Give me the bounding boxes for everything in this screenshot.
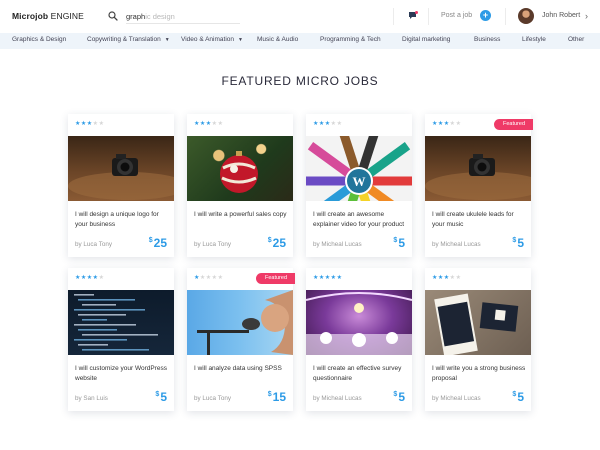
job-title[interactable]: I will write you a strong business propo… [432, 364, 526, 384]
star-icon: ★ [98, 275, 105, 281]
category-item[interactable]: Digital marketing [402, 36, 450, 43]
job-thumbnail[interactable] [68, 136, 174, 201]
caret-down-icon: ▼ [164, 37, 170, 43]
featured-badge: Featured [255, 273, 295, 284]
star-rating: ★★★★★ [313, 274, 342, 281]
job-card[interactable]: ★★★★★ I will create an effective survey q… [306, 268, 412, 411]
job-card[interactable]: ★★★★★ I will write you a strong business … [425, 268, 531, 411]
header-divider [393, 8, 394, 25]
star-icon: ★ [217, 121, 224, 127]
category-item[interactable]: Business [474, 36, 500, 43]
job-price: $5 [512, 390, 524, 404]
job-card[interactable]: ★★★★★ I will write a powerful sales copy b… [187, 114, 293, 257]
job-seller[interactable]: by Luca Tony [75, 241, 112, 248]
search-icon[interactable] [108, 11, 118, 21]
category-nav: Graphics & Design Copywriting & Translat… [0, 33, 600, 49]
job-title[interactable]: I will analyze data using SPSS [194, 364, 288, 374]
header-divider [505, 8, 506, 25]
star-icon: ★ [455, 275, 462, 281]
star-rating: ★★★★★ [194, 274, 223, 281]
job-title[interactable]: I will design a unique logo for your bus… [75, 210, 169, 230]
job-title[interactable]: I will create an awesome explainer video… [313, 210, 407, 230]
job-thumbnail[interactable]: W [306, 136, 412, 201]
star-icon: ★ [217, 275, 224, 281]
job-title[interactable]: I will write a powerful sales copy [194, 210, 288, 220]
user-name[interactable]: John Robert [542, 12, 580, 19]
job-price: $5 [393, 390, 405, 404]
star-rating: ★★★★★ [432, 120, 461, 127]
category-item[interactable]: Music & Audio [257, 36, 298, 43]
page-title: FEATURED MICRO JOBS [221, 74, 379, 88]
job-price: $5 [393, 236, 405, 250]
post-job-plus-button[interactable]: + [480, 10, 491, 21]
star-icon: ★ [336, 275, 343, 281]
star-rating: ★★★★★ [194, 120, 223, 127]
job-price: $5 [512, 236, 524, 250]
category-item[interactable]: Lifestyle [522, 36, 546, 43]
job-card[interactable]: ★★★★★ Featured I will create ukulele leads… [425, 114, 533, 257]
job-price: $5 [155, 390, 167, 404]
job-price: $25 [267, 236, 286, 250]
category-item[interactable]: Other [568, 36, 584, 43]
star-rating: ★★★★★ [432, 274, 461, 281]
header-divider [428, 8, 429, 25]
chevron-right-icon[interactable]: › [585, 11, 588, 21]
category-item[interactable]: Graphics & Design [12, 36, 66, 43]
caret-down-icon: ▼ [238, 37, 243, 43]
job-seller[interactable]: by Micheal Lucas [313, 241, 362, 248]
svg-text:W: W [353, 174, 366, 189]
job-price: $25 [148, 236, 167, 250]
featured-badge: Featured [493, 119, 533, 130]
job-thumbnail[interactable] [187, 136, 293, 201]
job-seller[interactable]: by San Luis [75, 395, 108, 402]
job-seller[interactable]: by Luca Tony [194, 395, 231, 402]
category-item[interactable]: Video & Animation ▼ [181, 36, 243, 43]
job-thumbnail[interactable] [68, 290, 174, 355]
job-seller[interactable]: by Micheal Lucas [313, 395, 362, 402]
job-card[interactable]: ★★★★★ Featured I will analyze data using S… [187, 268, 295, 411]
app-logo[interactable]: Microjob ENGINE [12, 11, 84, 21]
search-input-value: graphic design [126, 12, 175, 21]
job-thumbnail[interactable] [425, 136, 531, 201]
avatar[interactable] [518, 8, 534, 24]
star-icon: ★ [98, 121, 105, 127]
category-item[interactable]: Programming & Tech [320, 36, 381, 43]
post-job-link[interactable]: Post a job [441, 12, 472, 19]
job-seller[interactable]: by Micheal Lucas [432, 241, 481, 248]
star-rating: ★★★★★ [313, 120, 342, 127]
job-card[interactable]: ★★★★★ I will customize your WordPress web… [68, 268, 174, 411]
job-title[interactable]: I will create an effective survey questi… [313, 364, 407, 384]
job-thumbnail[interactable] [425, 290, 531, 355]
job-card[interactable]: ★★★★★ W I will create an awesome explainer… [306, 114, 412, 257]
message-icon[interactable] [408, 11, 418, 20]
star-rating: ★★★★★ [75, 120, 104, 127]
job-price: $15 [267, 390, 286, 404]
job-title[interactable]: I will create ukulele leads for your mus… [432, 210, 526, 230]
job-seller[interactable]: by Luca Tony [194, 241, 231, 248]
job-seller[interactable]: by Micheal Lucas [432, 395, 481, 402]
star-rating: ★★★★★ [75, 274, 104, 281]
star-icon: ★ [336, 121, 343, 127]
star-icon: ★ [455, 121, 462, 127]
job-thumbnail[interactable] [187, 290, 293, 355]
top-header: Microjob ENGINE graphic design Post a jo… [0, 0, 600, 33]
job-thumbnail[interactable] [306, 290, 412, 355]
category-item[interactable]: Copywriting & Translation ▼ [87, 36, 170, 43]
job-title[interactable]: I will customize your WordPress website [75, 364, 169, 384]
job-card[interactable]: ★★★★★ I will design a unique logo for you… [68, 114, 174, 257]
